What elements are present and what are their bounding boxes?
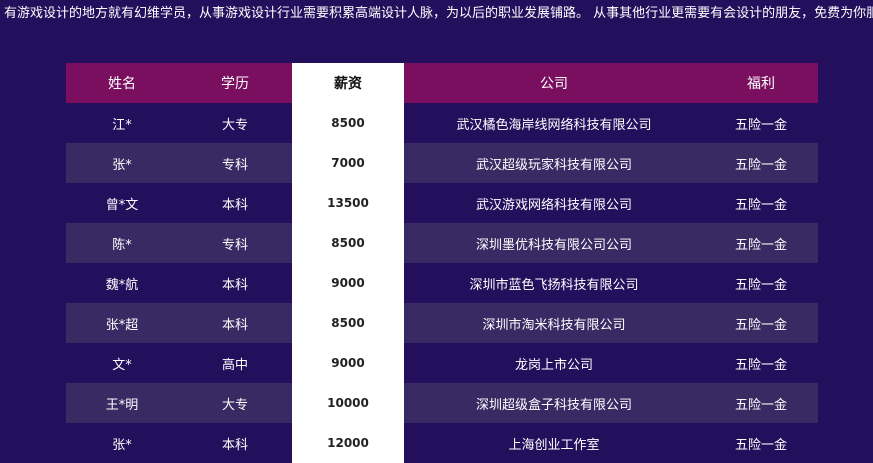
header-company: 公司	[540, 76, 568, 92]
cell-education: 大专	[221, 117, 248, 133]
cell-education: 专科	[221, 237, 248, 253]
cell-name: 张*超	[105, 317, 139, 333]
table-row: 文* 高中 9000 龙岗上市公司 五险一金	[66, 343, 818, 383]
cell-salary: 9000	[292, 343, 404, 383]
cell-company: 上海创业工作室	[508, 437, 600, 453]
cell-benefits: 五险一金	[734, 357, 787, 373]
cell-benefits: 五险一金	[734, 237, 787, 253]
cell-benefits: 五险一金	[734, 157, 787, 173]
cell-name: 张*	[112, 437, 132, 453]
cell-salary: 7000	[292, 143, 404, 183]
table-row: 魏*航 本科 9000 深圳市蓝色飞扬科技有限公司 五险一金	[66, 263, 818, 303]
table-row: 江* 大专 8500 武汉橘色海岸线网络科技有限公司 五险一金	[66, 103, 818, 143]
cell-benefits: 五险一金	[734, 437, 787, 453]
cell-name: 江*	[112, 117, 132, 133]
cell-company: 武汉超级玩家科技有限公司	[475, 157, 632, 173]
table-row: 王*明 大专 10000 深圳超级盒子科技有限公司 五险一金	[66, 383, 818, 423]
header-education: 学历	[221, 76, 249, 92]
cell-education: 本科	[221, 437, 248, 453]
intro-text: 有游戏设计的地方就有幻维学员，从事游戏设计行业需要积累高端设计人脉，为以后的职业…	[4, 6, 873, 21]
cell-education: 专科	[221, 157, 248, 173]
cell-salary: 10000	[292, 383, 404, 423]
employment-table: 姓名 学历 薪资 公司 福利 江* 大专 8500 武汉橘色海岸线网络科技有限公…	[66, 63, 818, 463]
table-row: 曾*文 本科 13500 武汉游戏网络科技有限公司 五险一金	[66, 183, 818, 223]
cell-name: 陈*	[112, 237, 132, 253]
header-salary: 薪资	[292, 63, 404, 103]
table-row: 张*超 本科 8500 深圳市淘米科技有限公司 五险一金	[66, 303, 818, 343]
cell-salary: 8500	[292, 303, 404, 343]
cell-name: 张*	[112, 157, 132, 173]
cell-salary: 9000	[292, 263, 404, 303]
cell-benefits: 五险一金	[734, 197, 787, 213]
cell-salary: 8500	[292, 103, 404, 143]
cell-education: 本科	[221, 317, 248, 333]
header-benefits: 福利	[747, 76, 775, 92]
cell-company: 深圳市蓝色飞扬科技有限公司	[469, 277, 639, 293]
cell-benefits: 五险一金	[734, 117, 787, 133]
table-row: 张* 专科 7000 武汉超级玩家科技有限公司 五险一金	[66, 143, 818, 183]
cell-salary: 8500	[292, 223, 404, 263]
cell-education: 高中	[221, 357, 248, 373]
cell-company: 深圳超级盒子科技有限公司	[475, 397, 632, 413]
cell-name: 魏*航	[105, 277, 139, 293]
cell-education: 大专	[221, 397, 248, 413]
cell-company: 深圳市淘米科技有限公司	[482, 317, 626, 333]
table-header-row: 姓名 学历 薪资 公司 福利	[66, 63, 818, 103]
cell-company: 深圳墨优科技有限公司公司	[475, 237, 632, 253]
cell-benefits: 五险一金	[734, 277, 787, 293]
table-row: 张* 本科 12000 上海创业工作室 五险一金	[66, 423, 818, 463]
cell-education: 本科	[221, 277, 248, 293]
cell-benefits: 五险一金	[734, 317, 787, 333]
cell-benefits: 五险一金	[734, 397, 787, 413]
header-name: 姓名	[108, 76, 136, 92]
table-row: 陈* 专科 8500 深圳墨优科技有限公司公司 五险一金	[66, 223, 818, 263]
cell-name: 王*明	[105, 397, 139, 413]
cell-name: 曾*文	[105, 197, 139, 213]
cell-company: 武汉橘色海岸线网络科技有限公司	[456, 117, 652, 133]
cell-education: 本科	[221, 197, 248, 213]
cell-company: 龙岗上市公司	[514, 357, 593, 373]
cell-name: 文*	[112, 357, 132, 373]
cell-company: 武汉游戏网络科技有限公司	[475, 197, 632, 213]
cell-salary: 13500	[292, 183, 404, 223]
cell-salary: 12000	[292, 423, 404, 463]
